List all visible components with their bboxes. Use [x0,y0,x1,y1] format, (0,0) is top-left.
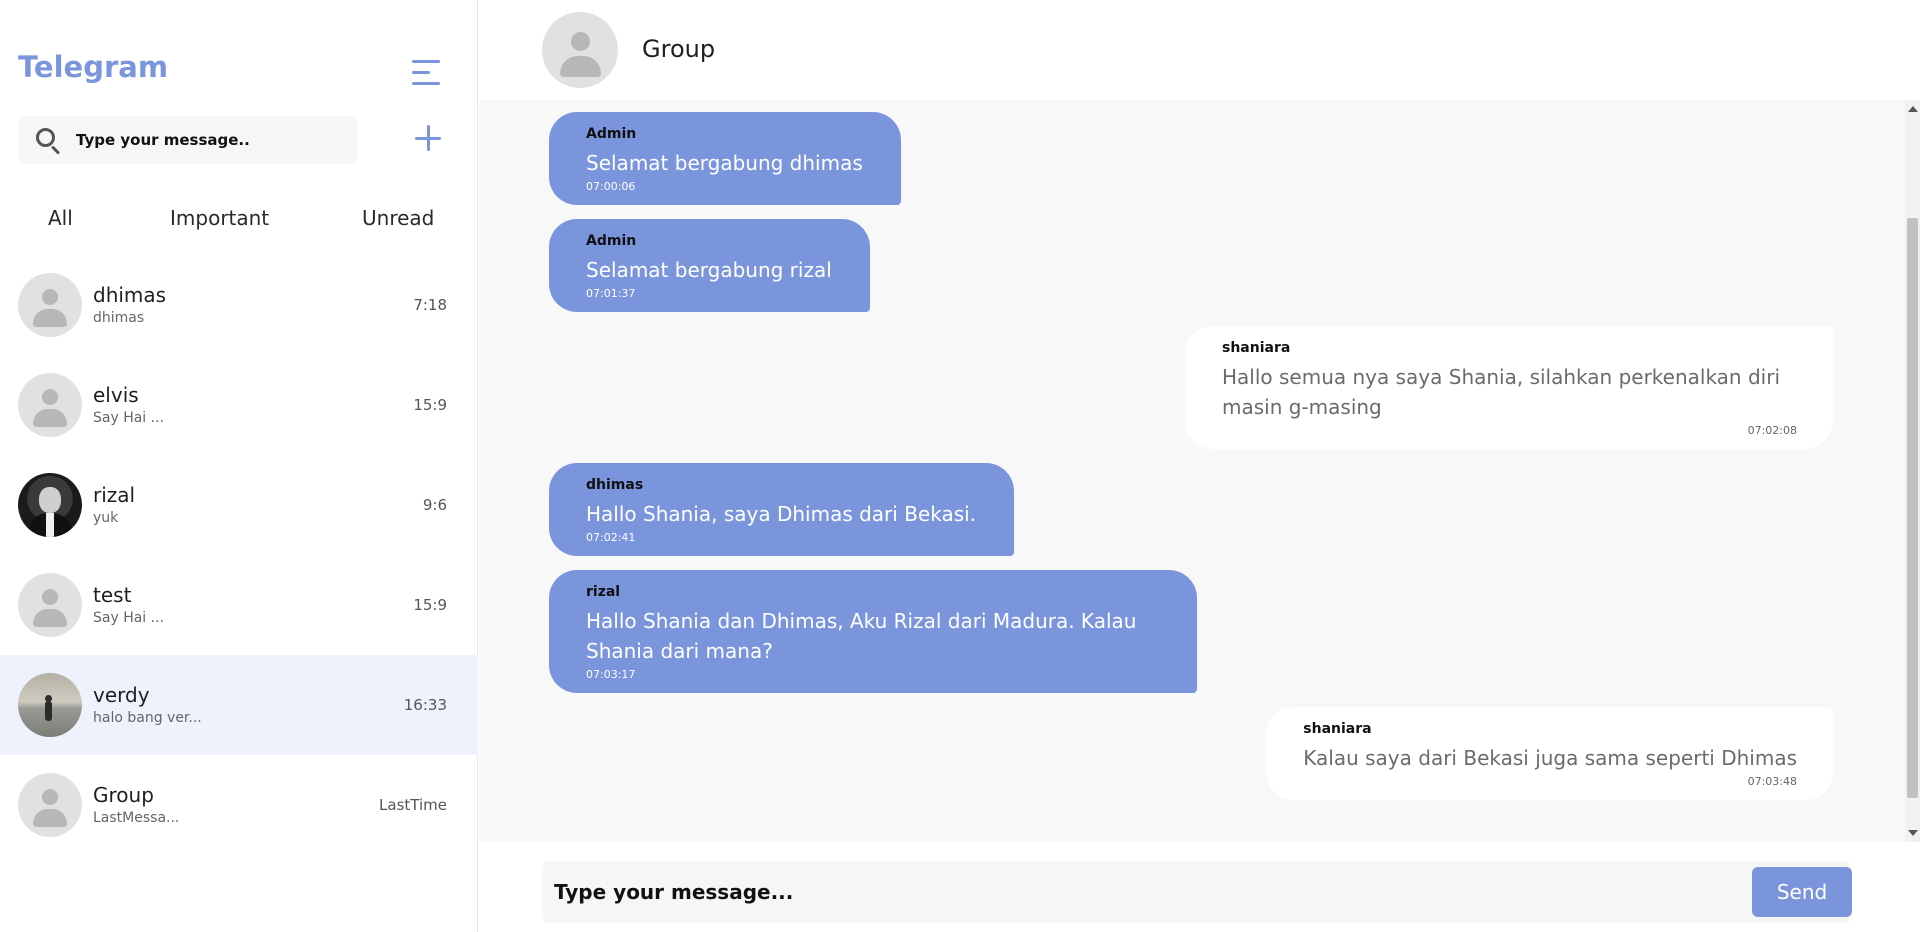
search-box [18,116,358,164]
chat-time: LastTime [379,796,447,814]
chat-time: 9:6 [422,496,447,514]
search-icon [34,126,62,155]
message-time: 07:01:37 [586,287,636,300]
chat-name: rizal [93,483,136,507]
message-text: Kalau saya dari Bekasi juga sama seperti… [1303,746,1797,770]
scroll-down-icon[interactable] [1908,830,1918,836]
message-bubble: Admin Selamat bergabung dhimas 07:00:06 [549,112,901,205]
chat-preview: dhimas [93,310,145,326]
chat-item-rizal[interactable]: rizal yuk 9:6 [0,455,478,555]
chat-time: 15:9 [413,396,447,414]
chat-item-verdy[interactable]: verdy halo bang ver... 16:33 [0,655,478,755]
message-bubble: Admin Selamat bergabung rizal 07:01:37 [549,219,870,312]
scroll-thumb[interactable] [1907,218,1918,798]
avatar [18,273,82,337]
message-time: 07:03:17 [586,668,636,681]
chat-title: Group [642,35,716,63]
chat-time: 7:18 [413,296,447,314]
message-input[interactable] [554,873,1704,911]
avatar-photo [18,673,82,737]
message-text: Hallo Shania dan Dhimas, Aku Rizal dari … [586,609,1137,663]
chat-name: elvis [93,383,139,407]
chat-filter-tabs: All Important Unread [0,206,478,236]
message-time: 07:00:06 [586,180,636,193]
message-composer: Send [542,861,1852,923]
group-avatar[interactable] [542,12,618,88]
message-text: Selamat bergabung dhimas [586,151,863,175]
chat-name: Group [93,783,154,807]
avatar [18,773,82,837]
avatar [18,373,82,437]
sidebar: Telegram All Important Unread dhimas dhi… [0,0,478,932]
chat-item-group[interactable]: Group LastMessa... LastTime [0,755,478,855]
message-list: Admin Selamat bergabung dhimas 07:00:06 … [479,100,1905,842]
chat-preview: Say Hai ... [93,410,164,426]
message-sender: shaniara [1222,340,1291,356]
chat-name: test [93,583,132,607]
tab-all[interactable]: All [48,206,73,230]
message-scrollbar[interactable] [1905,100,1920,842]
message-bubble: dhimas Hallo Shania, saya Dhimas dari Be… [549,463,1015,556]
chat-preview: LastMessa... [93,810,180,826]
message-bubble: rizal Hallo Shania dan Dhimas, Aku Rizal… [549,570,1197,693]
chat-item-elvis[interactable]: elvis Say Hai ... 15:9 [0,355,478,455]
chat-item-test[interactable]: test Say Hai ... 15:9 [0,555,478,655]
add-chat-icon[interactable] [414,124,442,152]
avatar-photo [18,473,82,537]
message-sender: Admin [586,233,637,249]
message-sender: shaniara [1303,721,1372,737]
tab-important[interactable]: Important [170,206,269,230]
message-text: Hallo Shania, saya Dhimas dari Bekasi. [586,502,977,526]
app-brand: Telegram [18,50,169,84]
chat-preview: Say Hai ... [93,610,164,626]
send-button[interactable]: Send [1752,867,1852,917]
chat-header: Group [479,0,1920,100]
message-text: Selamat bergabung rizal [586,258,832,282]
chat-time: 16:33 [403,696,447,714]
chat-preview: halo bang ver... [93,710,202,726]
message-text: Hallo semua nya saya Shania, silahkan pe… [1222,365,1780,419]
avatar [18,573,82,637]
message-sender: dhimas [586,477,644,493]
menu-icon[interactable] [412,60,442,86]
message-time: 07:02:41 [586,531,636,544]
message-bubble: shaniara Kalau saya dari Bekasi juga sam… [1266,707,1833,800]
message-sender: rizal [586,584,621,600]
chat-name: dhimas [93,283,167,307]
search-input[interactable] [76,131,346,149]
chat-list: dhimas dhimas 7:18 elvis Say Hai ... 15:… [0,255,478,855]
chat-preview: yuk [93,510,119,526]
message-time: 07:03:48 [1747,775,1797,788]
chat-item-dhimas[interactable]: dhimas dhimas 7:18 [0,255,478,355]
chat-name: verdy [93,683,150,707]
scroll-up-icon[interactable] [1908,106,1918,112]
tab-unread[interactable]: Unread [362,206,434,230]
chat-time: 15:9 [413,596,447,614]
message-time: 07:02:08 [1747,424,1797,437]
chat-pane: Group Admin Selamat bergabung dhimas 07:… [479,0,1920,932]
message-sender: Admin [586,126,637,142]
message-bubble: shaniara Hallo semua nya saya Shania, si… [1185,326,1833,449]
